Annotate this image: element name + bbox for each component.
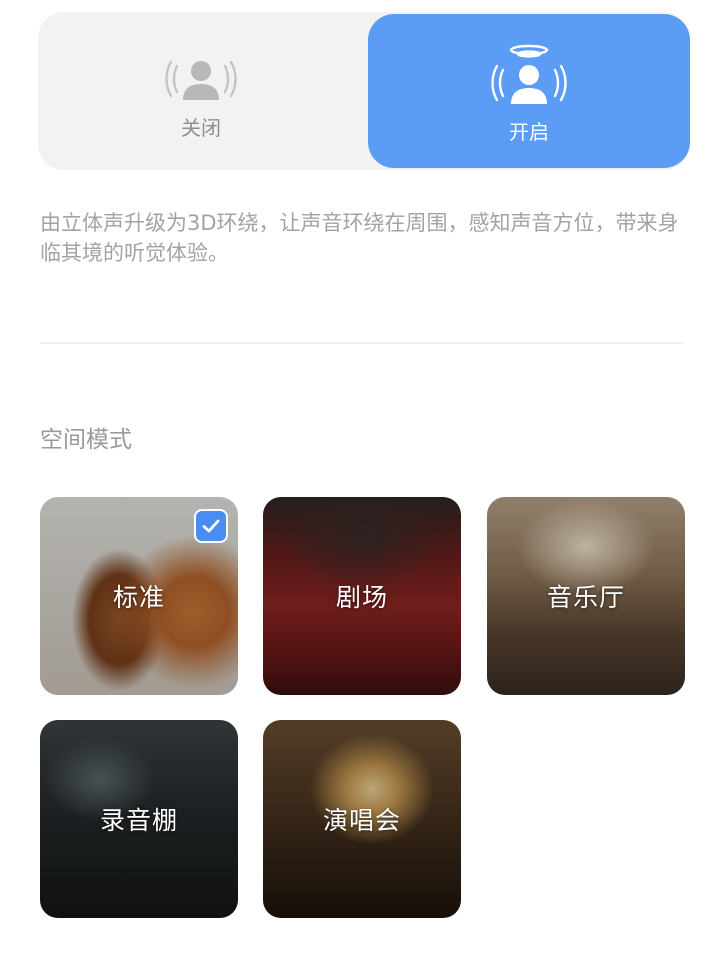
- section-title-spatial-mode: 空间模式: [40, 427, 132, 453]
- mode-label: 剧场: [335, 583, 388, 612]
- person-sound-icon: [165, 60, 237, 100]
- spatial-audio-description: 由立体声升级为3D环绕，让声音环绕在周围，感知声音方位，带来身临其境的听觉体验。: [40, 211, 679, 265]
- mode-card-studio[interactable]: 录音棚: [40, 720, 238, 918]
- mode-card-concert-hall[interactable]: 音乐厅: [487, 497, 685, 695]
- mode-card-concert[interactable]: 演唱会: [263, 720, 461, 918]
- checkmark-icon: [194, 509, 228, 543]
- toggle-off-label: 关闭: [181, 116, 221, 140]
- toggle-option-on[interactable]: 开启: [368, 14, 690, 168]
- mode-label: 录音棚: [99, 806, 178, 835]
- toggle-option-off[interactable]: 关闭: [38, 12, 364, 170]
- person-surround-sound-icon: [491, 44, 567, 104]
- mode-label: 演唱会: [322, 806, 401, 835]
- mode-label: 音乐厅: [546, 583, 625, 612]
- mode-card-standard[interactable]: 标准: [40, 497, 238, 695]
- mode-card-theater[interactable]: 剧场: [263, 497, 461, 695]
- divider: [40, 342, 684, 344]
- toggle-on-label: 开启: [509, 120, 549, 144]
- mode-label: 标准: [112, 583, 165, 612]
- spatial-audio-toggle: 关闭 开启: [38, 12, 690, 170]
